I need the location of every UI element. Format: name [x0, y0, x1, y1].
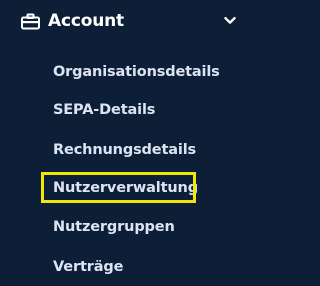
account-menu-header[interactable]: Account — [0, 0, 247, 44]
account-menu: Account Organisationsdetails SEPA-Detail… — [0, 0, 247, 286]
submenu-item-organisationsdetails[interactable]: Organisationsdetails — [53, 62, 220, 82]
submenu-item-nutzergruppen[interactable]: Nutzergruppen — [53, 217, 175, 237]
account-menu-title: Account — [48, 11, 124, 31]
submenu-item-sepa-details[interactable]: SEPA-Details — [53, 100, 155, 120]
submenu-item-vertraege[interactable]: Verträge — [53, 257, 123, 277]
chevron-down-icon[interactable] — [224, 16, 236, 25]
submenu-item-nutzerverwaltung[interactable]: Nutzerverwaltung — [53, 178, 198, 198]
briefcase-icon — [21, 13, 40, 30]
submenu-item-rechnungsdetails[interactable]: Rechnungsdetails — [53, 140, 196, 160]
